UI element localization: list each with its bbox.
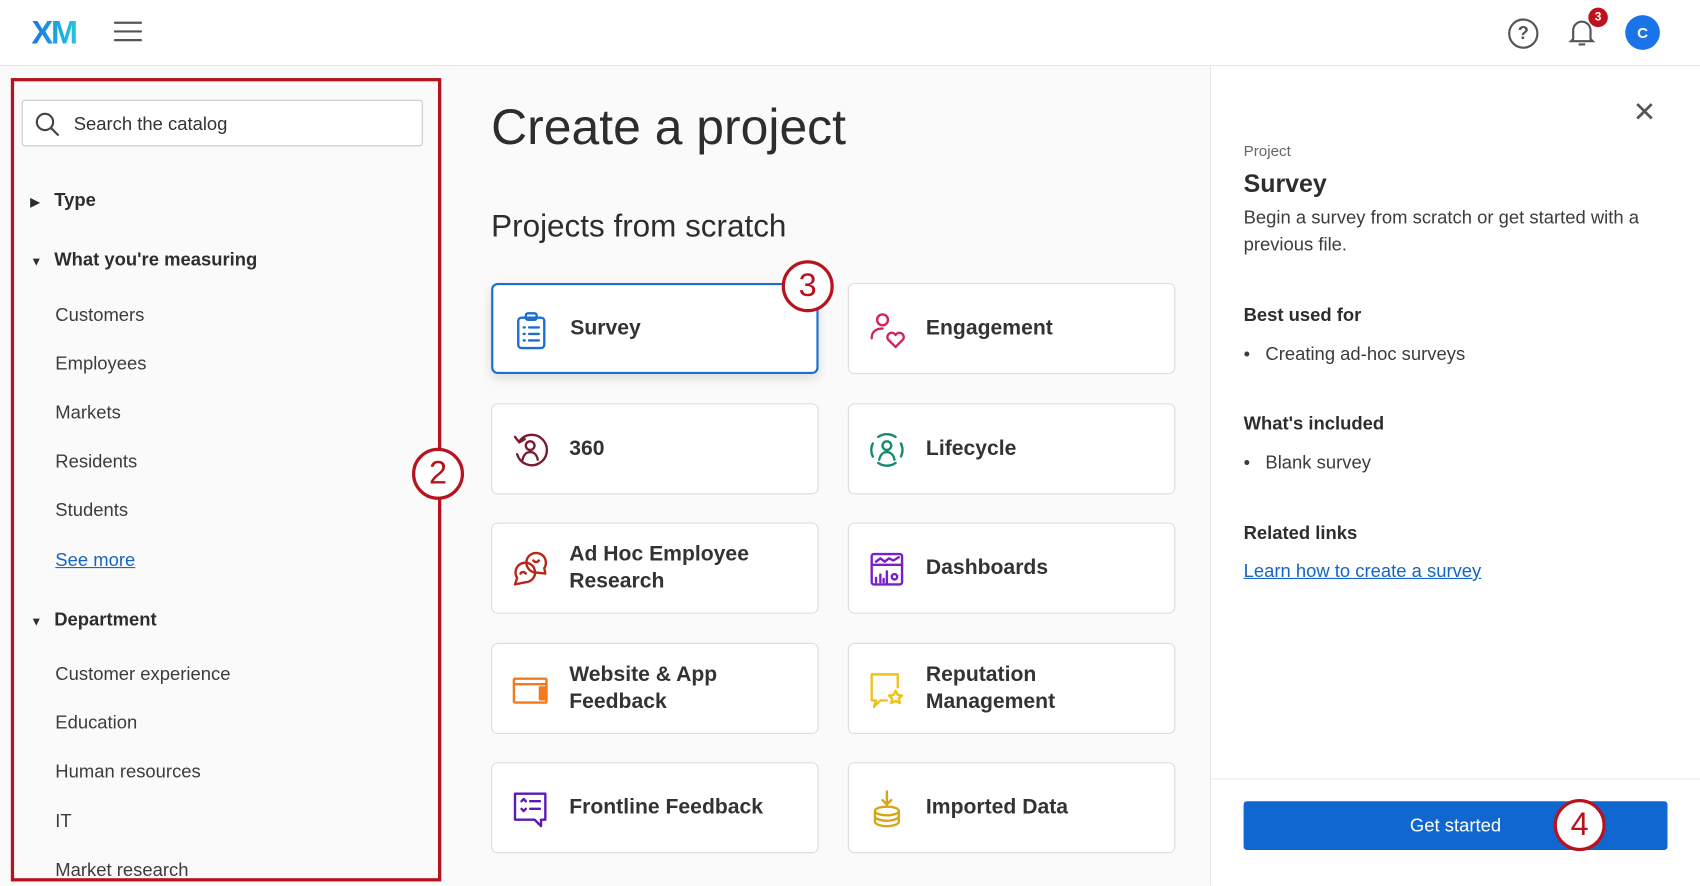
star-bubble-icon [867,670,906,709]
related-heading: Related links [1244,523,1358,545]
project-card-imported-data[interactable]: Imported Data [848,762,1175,853]
project-card-lifecycle[interactable]: Lifecycle [848,403,1175,494]
callout-4: 4 [1554,799,1606,851]
app: XM ? 3 C ▶Type ▼What you're measuring Cu… [0,0,1700,886]
project-card-label: Ad Hoc Employee Research [569,541,808,595]
section-heading: Projects from scratch [491,209,786,245]
project-card-label: Engagement [926,315,1165,342]
project-card-reputation-management[interactable]: Reputation Management [848,643,1175,734]
panel-divider [1211,778,1700,779]
project-card-label: Imported Data [926,794,1165,821]
menu-icon[interactable] [114,22,142,44]
page-title: Create a project [491,98,846,157]
callout-2: 2 [412,448,464,500]
annotation-highlight-box [11,78,441,881]
xm-logo[interactable]: XM [31,15,75,52]
person-heart-icon [867,310,906,349]
included-item: • Blank survey [1244,452,1371,474]
project-card-label: Website & App Feedback [569,661,808,715]
project-card-survey[interactable]: Survey [491,283,818,374]
project-card-label: Lifecycle [926,435,1165,462]
project-card-label: Frontline Feedback [569,794,808,821]
project-card-label: Survey [570,315,809,342]
learn-survey-link[interactable]: Learn how to create a survey [1244,561,1482,583]
browser-window-icon [511,670,550,709]
best-used-heading: Best used for [1244,305,1362,327]
panel-eyebrow: Project [1244,142,1291,159]
project-card-label: Dashboards [926,555,1165,582]
details-panel: ✕ Project Survey Begin a survey from scr… [1210,66,1700,886]
callout-3: 3 [782,260,834,312]
project-card-frontline-feedback[interactable]: Frontline Feedback [491,762,818,853]
person-rotate-icon [511,430,550,469]
database-import-icon [867,789,906,828]
feedback-form-icon [511,789,550,828]
project-card-engagement[interactable]: Engagement [848,283,1175,374]
project-card-label: Reputation Management [926,661,1165,715]
top-bar: XM ? 3 C [0,0,1700,66]
included-heading: What's included [1244,413,1385,435]
close-icon[interactable]: ✕ [1633,95,1657,129]
project-card-website-app-feedback[interactable]: Website & App Feedback [491,643,818,734]
avatar[interactable]: C [1625,15,1660,50]
help-icon[interactable]: ? [1508,18,1538,48]
chat-bubbles-icon [511,550,550,589]
notification-badge: 3 [1588,8,1608,28]
panel-description: Begin a survey from scratch or get start… [1244,204,1667,258]
panel-title: Survey [1244,169,1327,198]
best-used-item: • Creating ad-hoc surveys [1244,344,1466,366]
project-card-ad-hoc-employee-research[interactable]: Ad Hoc Employee Research [491,523,818,614]
dashboard-icon [867,550,906,589]
project-card-360[interactable]: 360 [491,403,818,494]
project-card-dashboards[interactable]: Dashboards [848,523,1175,614]
person-cycle-icon [867,430,906,469]
project-card-label: 360 [569,435,808,462]
clipboard-list-icon [512,311,551,350]
